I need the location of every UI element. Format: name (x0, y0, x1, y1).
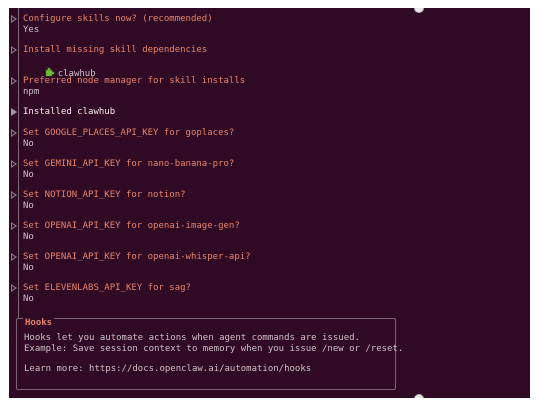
api-prompt-question: Set NOTION_API_KEY for notion? (23, 190, 186, 200)
api-prompt-question: Set ELEVENLABS_API_KEY for sag? (23, 283, 191, 293)
hooks-info-box: Hooks Hooks let you automate actions whe… (16, 318, 403, 390)
prompt-answer: Yes (23, 25, 40, 35)
step-marker (11, 191, 17, 199)
prompt-question: Preferred node manager for skill install… (23, 76, 246, 86)
prompt-question: Install missing skill dependencies (23, 45, 208, 55)
hooks-example: Example: Save session context to memory … (24, 344, 404, 354)
step-marker (11, 129, 17, 137)
api-prompt-answer: No (23, 263, 34, 273)
scroll-indicator-bottom[interactable] (414, 394, 424, 398)
scroll-indicator-top[interactable] (414, 8, 424, 13)
step-marker (11, 77, 17, 85)
terminal-window: Configure skills now? (recommended) Yes … (9, 8, 530, 398)
hooks-description: Hooks let you automate actions when agen… (24, 333, 360, 343)
step-marker (11, 222, 17, 230)
timeline-line (18, 8, 19, 318)
step-marker (11, 46, 17, 54)
prompt-answer: npm (23, 87, 40, 97)
api-prompt-answer: No (23, 294, 34, 304)
hooks-learn-more: Learn more: https://docs.openclaw.ai/aut… (24, 364, 312, 374)
api-prompt-question: Set GOOGLE_PLACES_API_KEY for goplaces? (23, 128, 235, 138)
api-prompt-answer: No (23, 201, 34, 211)
api-prompt-answer: No (23, 170, 34, 180)
api-prompt-answer: No (23, 232, 34, 242)
step-marker (11, 160, 17, 168)
prompt-question: Configure skills now? (recommended) (23, 14, 213, 24)
api-prompt-answer: No (23, 139, 34, 149)
hooks-title: Hooks (23, 318, 55, 329)
step-marker (11, 253, 17, 261)
api-prompt-question: Set GEMINI_API_KEY for nano-banana-pro? (23, 159, 235, 169)
step-marker (11, 108, 17, 116)
step-marker (11, 284, 17, 292)
installed-message: Installed clawhub (23, 107, 116, 117)
step-marker (11, 15, 17, 23)
api-prompt-question: Set OPENAI_API_KEY for openai-whisper-ap… (23, 252, 251, 262)
api-prompt-question: Set OPENAI_API_KEY for openai-image-gen? (23, 221, 240, 231)
